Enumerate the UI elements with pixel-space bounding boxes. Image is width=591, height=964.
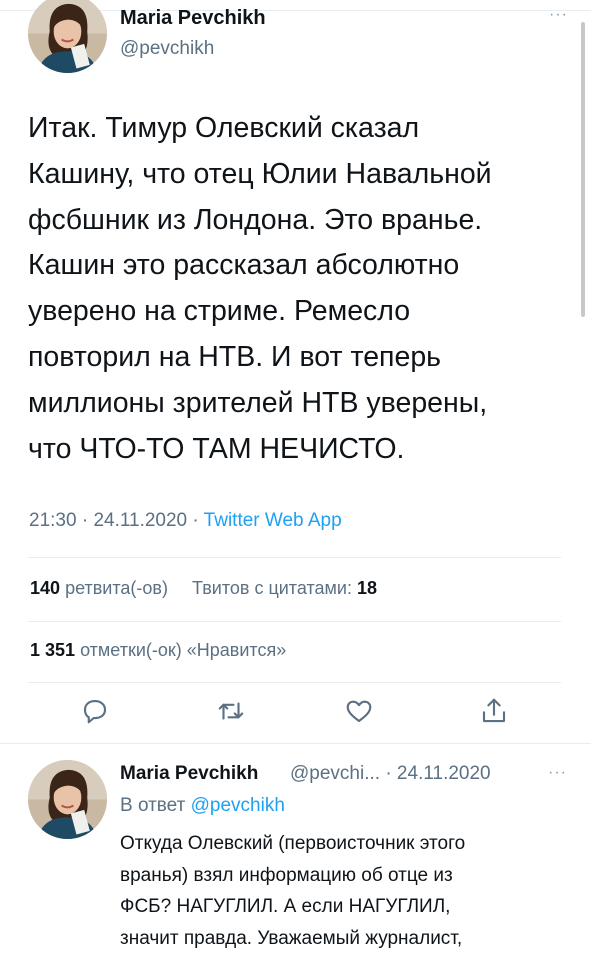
divider [28, 621, 561, 622]
tweet-text-line: повторил на НТВ. И вот теперь [28, 340, 442, 373]
tweet-text-line: фсбшник из Лондона. Это вранье. [28, 203, 483, 236]
tweet-meta: 21:30 · 24.11.2020 · Twitter Web App [29, 510, 342, 532]
likes-count[interactable]: 1 351 [30, 640, 75, 660]
like-icon[interactable] [344, 696, 374, 726]
meta-separator: · [81, 510, 89, 531]
scrollbar[interactable] [581, 22, 585, 317]
more-options-icon[interactable]: ··· [549, 6, 568, 24]
tweet-text-line: что ЧТО-ТО ТАМ НЕЧИСТО. [28, 432, 405, 465]
divider [28, 682, 561, 683]
reply-text-line: ФСБ? НАГУГЛИЛ. А если НАГУГЛИЛ, [120, 896, 451, 917]
quotes-label[interactable]: Твитов с цитатами: [192, 578, 352, 598]
reply-handle[interactable]: @pevchi... [290, 763, 380, 784]
author-name[interactable]: Maria Pevchikh [120, 7, 266, 30]
tweet-date[interactable]: 24.11.2020 [93, 510, 187, 531]
share-icon[interactable] [479, 696, 509, 726]
tweet-text-line: Итак. Тимур Олевский сказал [28, 112, 420, 144]
retweets-count[interactable]: 140 [30, 578, 60, 598]
tweet-text-line: Кашин это рассказал абсолютно [28, 249, 460, 282]
reply-icon[interactable] [80, 696, 110, 726]
avatar[interactable] [28, 0, 107, 73]
reply-text-line: вранья) взял информацию об отце из [120, 864, 453, 886]
in-reply-prefix: В ответ [120, 795, 186, 816]
reply-author-handle: @pevchi... · 24.11.2020 [290, 763, 491, 785]
action-bar [28, 696, 568, 730]
reply-date[interactable]: · 24.11.2020 [385, 763, 490, 784]
meta-separator: · [192, 510, 199, 531]
author-handle[interactable]: @pevchikh [120, 38, 214, 60]
reply-mention-link[interactable]: @pevchikh [191, 795, 285, 816]
likes-stats: 1 351 отметки(-ок) «Нравится» [30, 640, 286, 661]
avatar[interactable] [28, 760, 107, 839]
tweet-text-line: Кашину, что отец Юлии Навальной [28, 157, 492, 190]
reply-text-line: Откуда Олевский (первоисточник этого [120, 833, 466, 854]
retweet-stats: 140 ретвита(-ов) Твитов с цитатами: 18 [30, 578, 377, 599]
reply-text-line: че [120, 954, 560, 964]
reply-author-name[interactable]: Maria Pevchikh [120, 763, 258, 785]
quotes-count[interactable]: 18 [357, 578, 377, 598]
tweet-time[interactable]: 21:30 [29, 510, 77, 531]
tweet-text-line: уверено на стриме. Ремесло [28, 295, 411, 328]
tweet-source-link[interactable]: Twitter Web App [204, 510, 342, 531]
retweets-label[interactable]: ретвита(-ов) [65, 578, 168, 598]
retweet-icon[interactable] [216, 696, 246, 726]
tweet-header: Maria Pevchikh @pevchikh ··· [28, 0, 568, 78]
tweet-text: Итак. Тимур Олевский сказал Кашину, что … [28, 106, 568, 472]
reply-tweet[interactable]: Maria Pevchikh @pevchi... · 24.11.2020 ·… [0, 743, 591, 964]
divider [28, 557, 561, 558]
more-options-icon[interactable]: ··· [548, 764, 567, 782]
likes-label[interactable]: отметки(-ок) «Нравится» [80, 640, 286, 660]
reply-text: Откуда Олевский (первоисточник этого вра… [120, 828, 560, 964]
in-reply-to: В ответ @pevchikh [120, 795, 285, 817]
reply-text-line: значит правда. Уважаемый журналист, [120, 927, 463, 949]
tweet-text-line: миллионы зрителей НТВ уверены, [28, 386, 488, 419]
